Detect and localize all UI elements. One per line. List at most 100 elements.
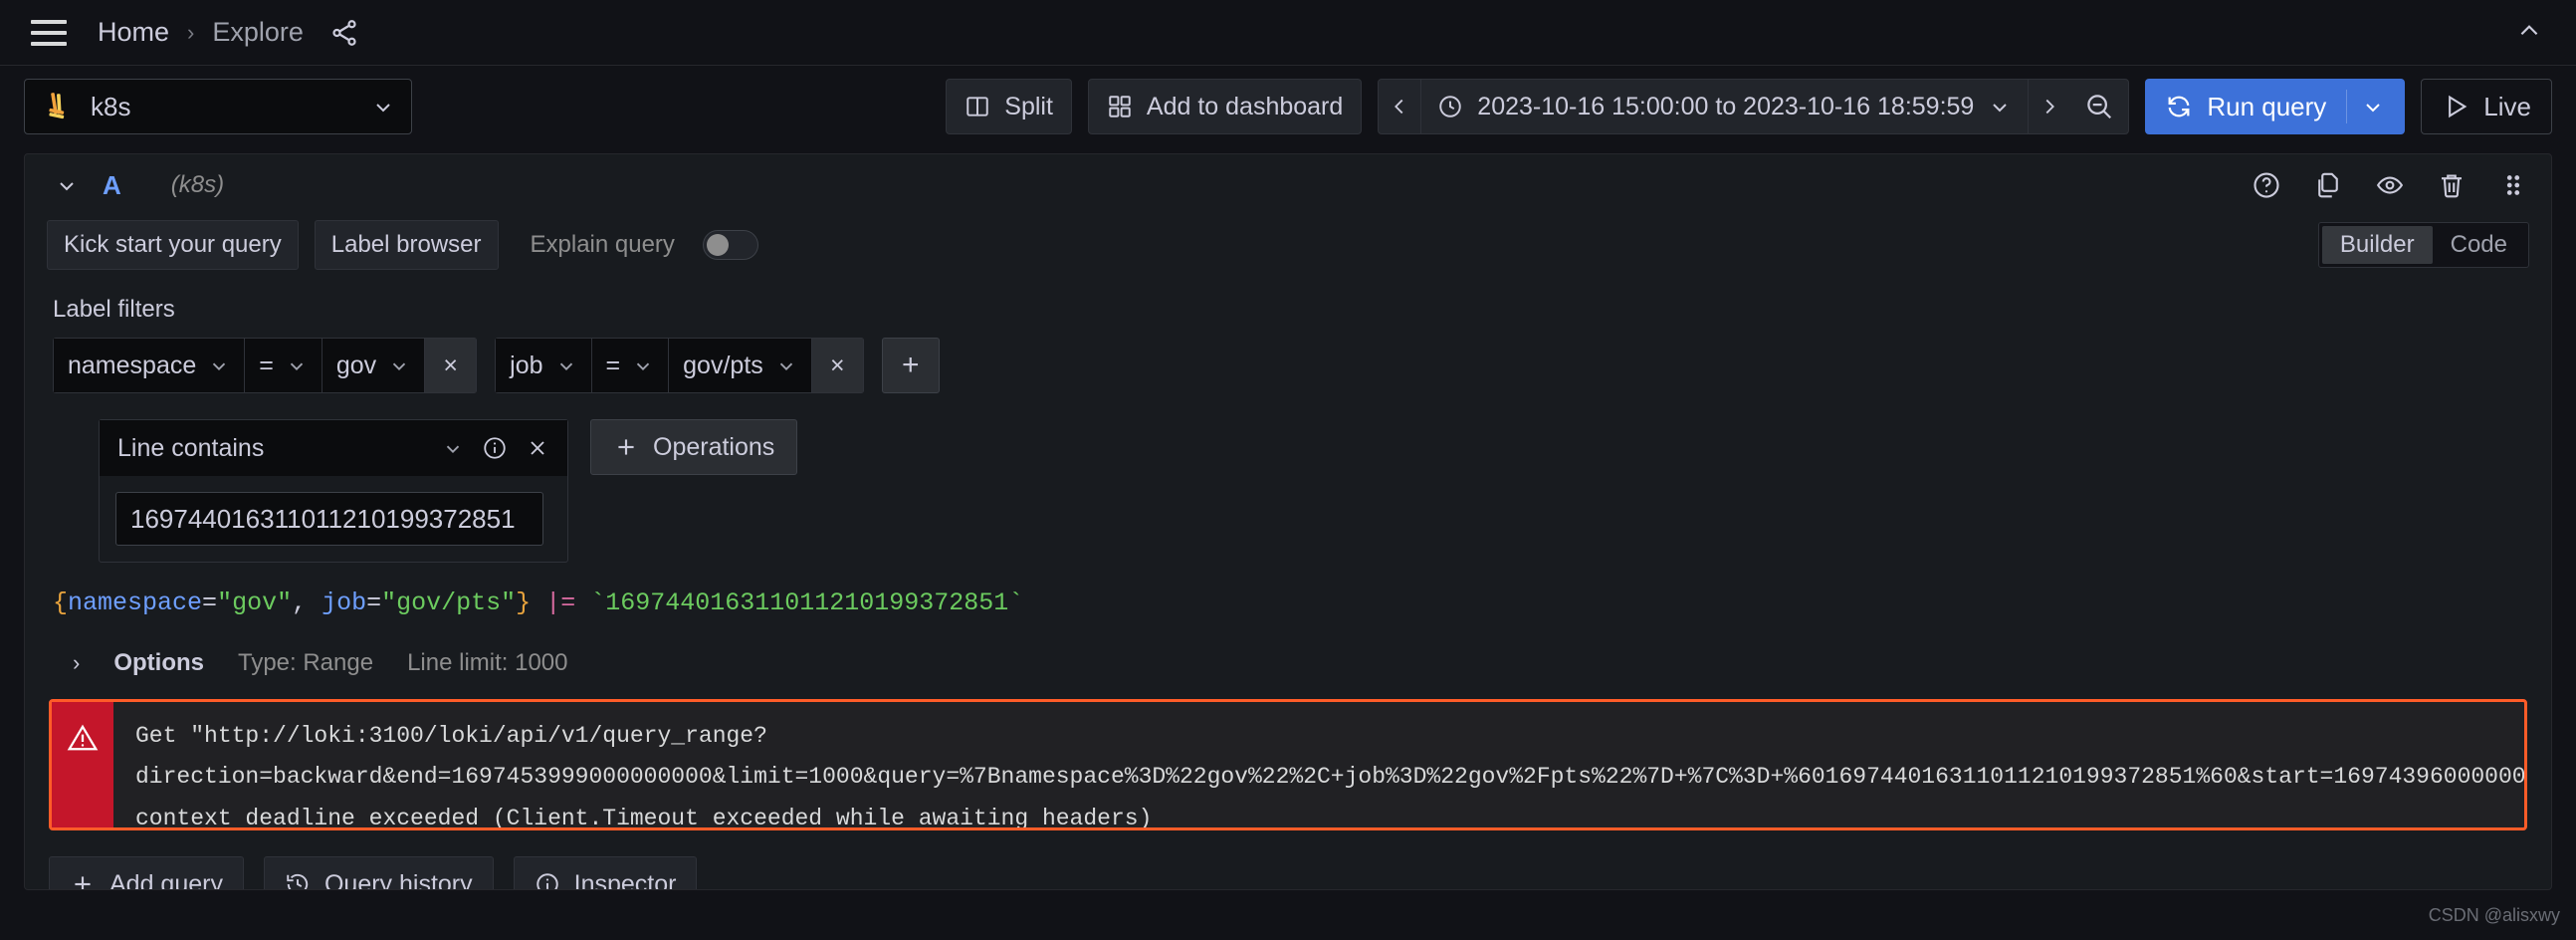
- trash-icon[interactable]: [2436, 169, 2468, 201]
- query-footer-actions: Add query Query history Inspector: [49, 856, 2527, 890]
- filter-value-select[interactable]: gov: [322, 338, 426, 393]
- explain-query-toggle[interactable]: [702, 230, 758, 260]
- chevron-down-icon: [779, 362, 792, 370]
- chevron-down-icon: [1988, 95, 2012, 118]
- query-history-button[interactable]: Query history: [263, 856, 494, 890]
- play-icon: [2442, 93, 2469, 120]
- chevron-down-icon[interactable]: [442, 437, 464, 459]
- label-browser-button[interactable]: Label browser: [314, 220, 499, 270]
- operation-header: Line contains: [100, 420, 567, 476]
- watermark: CSDN @alisxwy: [2428, 905, 2560, 925]
- close-icon[interactable]: [526, 436, 549, 460]
- expr-label-job: job: [322, 588, 367, 617]
- eye-icon[interactable]: [2374, 169, 2406, 201]
- remove-filter-button[interactable]: ×: [811, 338, 864, 393]
- options-title[interactable]: Options: [113, 649, 204, 677]
- expr-value-job: "gov/pts": [381, 588, 517, 617]
- share-icon[interactable]: [327, 16, 361, 50]
- expr-label-namespace: namespace: [68, 588, 203, 617]
- expr-line-filter-value: `169744016311011210199372851`: [590, 588, 1024, 617]
- chevron-down-icon[interactable]: [2361, 95, 2385, 118]
- filter-operator-value: =: [259, 351, 274, 379]
- query-history-label: Query history: [323, 869, 473, 890]
- chevron-down-icon: [213, 362, 226, 370]
- options-line-limit: Line limit: 1000: [407, 649, 568, 676]
- datasource-picker[interactable]: k8s: [24, 79, 412, 134]
- label-filter-job: job = gov/pts ×: [495, 338, 864, 393]
- chevron-up-icon[interactable]: [2512, 14, 2546, 48]
- time-shift-back-button[interactable]: [1379, 80, 1420, 133]
- kick-start-query-button[interactable]: Kick start your query: [47, 220, 299, 270]
- split-button[interactable]: Split: [946, 79, 1072, 134]
- builder-code-toggle: Builder Code: [2317, 222, 2529, 268]
- time-shift-forward-button[interactable]: [2029, 80, 2070, 133]
- line-contains-input[interactable]: [115, 492, 543, 546]
- zoom-out-icon[interactable]: [2070, 80, 2128, 133]
- filter-operator-select[interactable]: =: [245, 338, 322, 393]
- top-navigation-bar: Home › Explore: [0, 0, 2576, 66]
- remove-filter-button[interactable]: ×: [425, 338, 478, 393]
- chevron-down-icon: [637, 362, 650, 370]
- operations-row: Line contains 16974401631101121019937285…: [99, 419, 2529, 563]
- add-to-dashboard-label: Add to dashboard: [1146, 92, 1344, 120]
- time-range-picker[interactable]: 2023-10-16 15:00:00 to 2023-10-16 18:59:…: [1420, 80, 2030, 133]
- query-row-header: A (k8s): [25, 154, 2551, 216]
- filter-key-select[interactable]: job: [495, 338, 592, 393]
- filter-operator-value: =: [605, 351, 621, 379]
- clock-icon: [1437, 94, 1463, 119]
- query-editor-toolbar: Kick start your query Label browser Expl…: [47, 216, 2529, 274]
- operations-button[interactable]: Operations: [590, 419, 798, 475]
- live-tail-button[interactable]: Live: [2421, 79, 2552, 134]
- inspector-label: Inspector: [573, 869, 677, 890]
- filter-key-select[interactable]: namespace: [53, 338, 246, 393]
- chevron-down-icon: [371, 95, 395, 118]
- copy-icon[interactable]: [2312, 169, 2344, 201]
- query-error-message: Get "http://loki:3100/loki/api/v1/query_…: [113, 702, 2524, 827]
- operations-label: Operations: [653, 432, 775, 461]
- filter-value-text: gov/pts: [683, 351, 763, 379]
- filter-value-text: gov: [335, 351, 377, 379]
- inspector-button[interactable]: Inspector: [513, 856, 698, 890]
- collapse-query-icon[interactable]: [47, 173, 87, 197]
- drag-handle-icon[interactable]: [2497, 169, 2529, 201]
- info-circle-icon[interactable]: [482, 435, 508, 461]
- add-label-filter-button[interactable]: +: [881, 338, 940, 393]
- split-pane-icon: [965, 94, 990, 119]
- time-range-text: 2023-10-16 15:00:00 to 2023-10-16 18:59:…: [1477, 92, 1975, 120]
- breadcrumb-explore[interactable]: Explore: [212, 17, 304, 48]
- label-filters-row: namespace = gov × job = gov/pts × +: [53, 338, 2529, 393]
- filter-value-select[interactable]: gov/pts: [669, 338, 812, 393]
- expr-line-filter-operator: |=: [545, 588, 576, 617]
- warning-triangle-icon: [52, 702, 113, 827]
- chevron-down-icon: [393, 362, 406, 370]
- explain-query-label: Explain query: [530, 231, 675, 258]
- query-ref-id[interactable]: A: [103, 170, 121, 201]
- add-query-button[interactable]: Add query: [49, 856, 244, 890]
- chevron-down-icon: [290, 362, 304, 370]
- tab-builder[interactable]: Builder: [2321, 226, 2433, 264]
- split-label: Split: [1004, 92, 1053, 120]
- options-expand-icon[interactable]: ›: [73, 650, 80, 676]
- query-error-alert: Get "http://loki:3100/loki/api/v1/query_…: [49, 699, 2527, 830]
- run-query-button[interactable]: Run query: [2145, 79, 2406, 134]
- run-query-divider: [2346, 90, 2348, 123]
- add-to-dashboard-button[interactable]: Add to dashboard: [1087, 79, 1363, 134]
- expr-value-namespace: "gov": [217, 588, 293, 617]
- error-line-3: context deadline exceeded (Client.Timeou…: [135, 805, 1153, 827]
- toggle-knob: [706, 234, 729, 256]
- query-options-row: › Options Type: Range Line limit: 1000: [73, 649, 2529, 677]
- hamburger-menu-icon[interactable]: [26, 10, 72, 56]
- options-type: Type: Range: [237, 649, 374, 676]
- help-circle-icon[interactable]: [2251, 169, 2282, 201]
- expr-close-brace: }: [516, 588, 532, 617]
- filter-key-value: namespace: [68, 351, 197, 379]
- tab-code[interactable]: Code: [2433, 226, 2525, 264]
- live-label: Live: [2483, 91, 2531, 121]
- add-query-label: Add query: [109, 869, 223, 890]
- breadcrumb-home[interactable]: Home: [98, 17, 169, 48]
- dashboard-grid-icon: [1107, 94, 1133, 119]
- filter-operator-select[interactable]: =: [591, 338, 670, 393]
- history-icon: [285, 871, 311, 889]
- refresh-icon: [2165, 93, 2193, 120]
- query-row-actions: [2251, 169, 2529, 201]
